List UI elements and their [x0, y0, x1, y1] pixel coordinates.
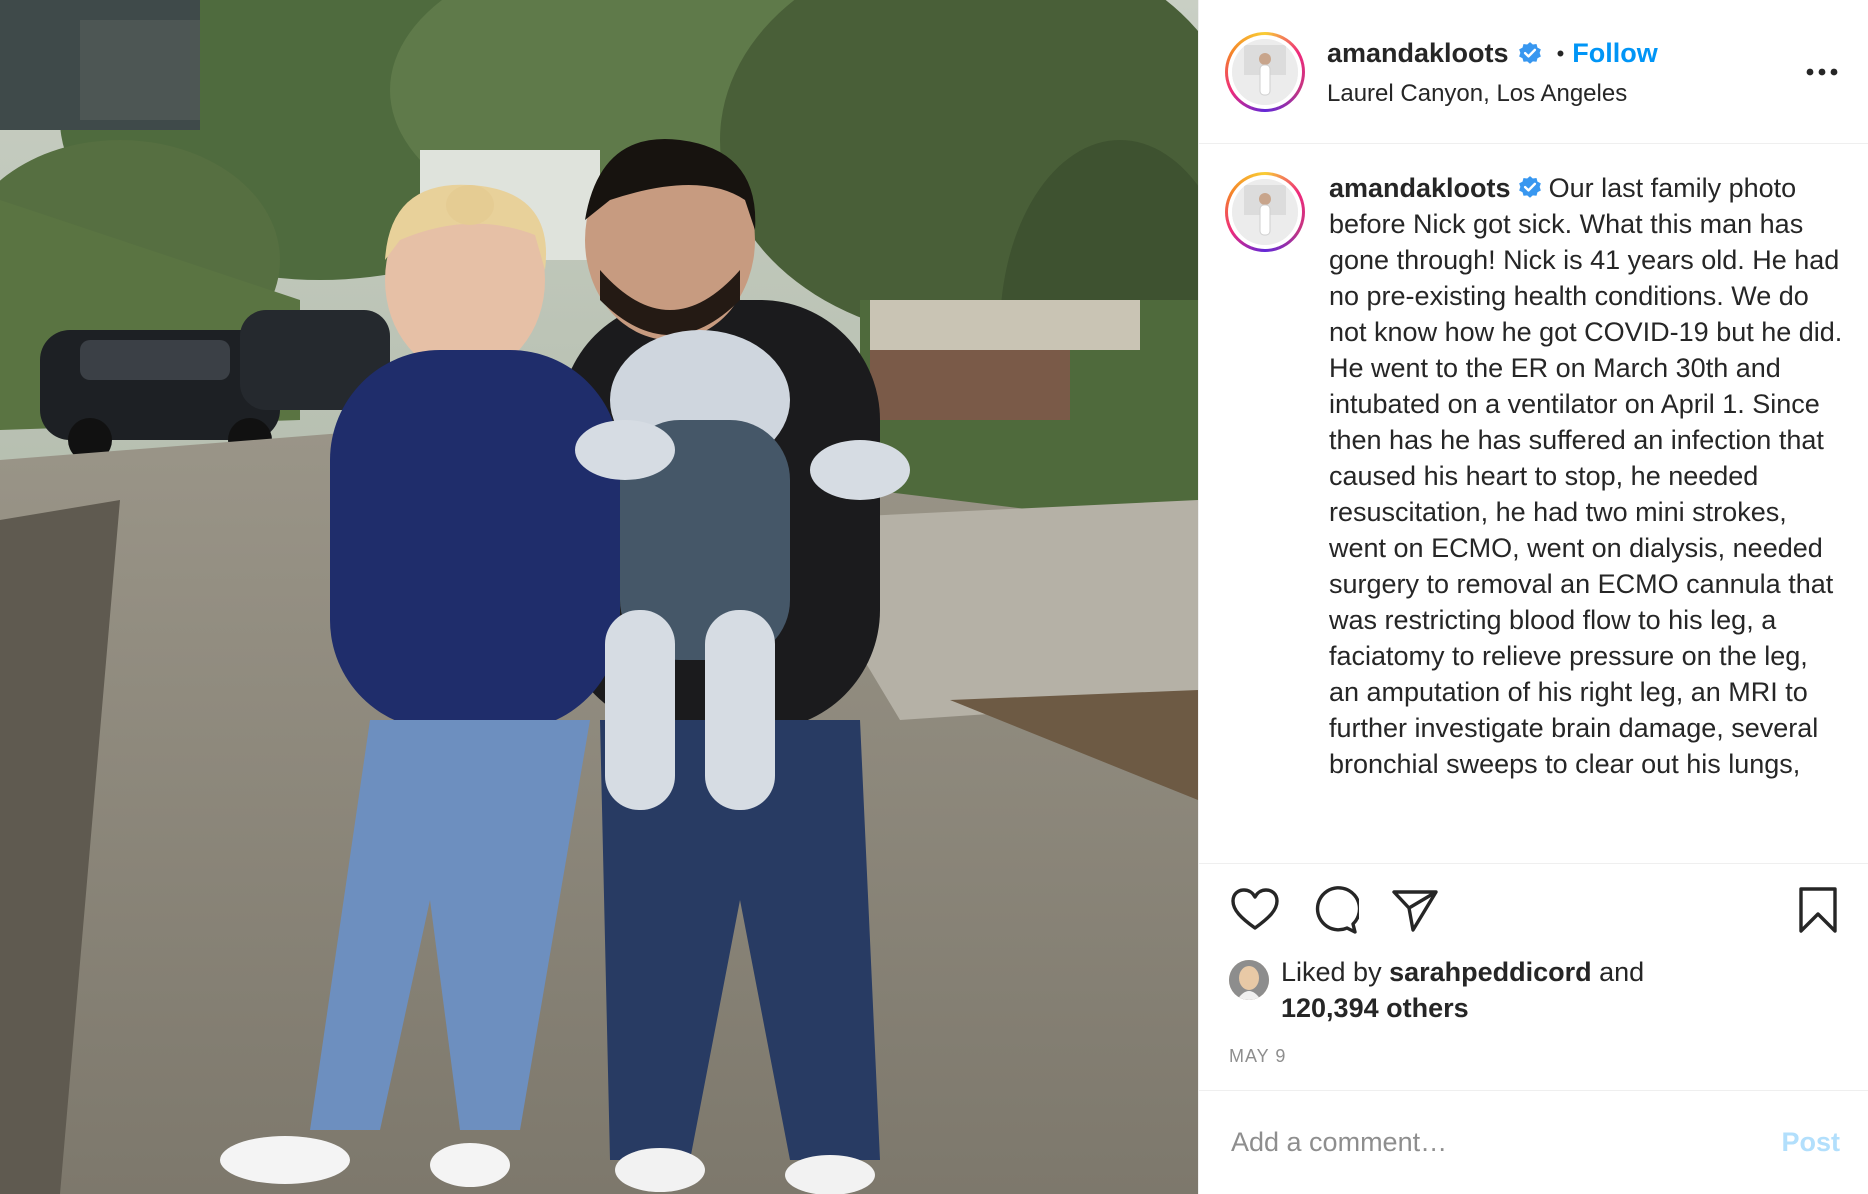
instagram-post: amandakloots • Follow Laurel Canyon, Los… [0, 0, 1868, 1194]
action-bar [1199, 866, 1868, 954]
like-button[interactable] [1229, 884, 1281, 936]
more-horizontal-icon [1806, 68, 1838, 75]
save-button[interactable] [1792, 884, 1844, 936]
caption-section: amandakloots Our last family photo before… [1199, 144, 1868, 864]
profile-avatar[interactable] [1225, 31, 1305, 112]
comment-icon [1315, 886, 1359, 934]
liked-by-user[interactable]: sarahpeddicord [1389, 957, 1592, 987]
verified-badge-icon [1518, 41, 1541, 64]
likes-summary: Liked by sarahpeddicord and 120,394 othe… [1199, 954, 1868, 1026]
post-comment-button[interactable]: Post [1781, 1127, 1840, 1158]
caption-text-block: amandakloots Our last family photo before… [1329, 170, 1844, 863]
comment-bar: Post [1199, 1090, 1868, 1194]
post-location[interactable]: Laurel Canyon, Los Angeles [1327, 80, 1800, 108]
header-separator: • [1556, 40, 1565, 66]
likes-count[interactable]: 120,394 others [1281, 993, 1469, 1023]
profile-photo [1232, 38, 1298, 105]
follow-button[interactable]: Follow [1572, 38, 1657, 69]
heart-icon [1231, 888, 1279, 930]
caption-text: Our last family photo before Nick got si… [1329, 173, 1843, 779]
family-photo-illustration [0, 0, 1198, 1194]
verified-badge-icon [1518, 176, 1541, 198]
share-icon [1392, 890, 1438, 932]
caption-username[interactable]: amandakloots [1329, 173, 1511, 203]
post-photo[interactable] [0, 0, 1198, 1194]
post-author-username[interactable]: amandakloots [1327, 38, 1509, 69]
share-button[interactable] [1389, 884, 1441, 936]
comment-input[interactable] [1229, 1126, 1782, 1159]
caption-avatar[interactable] [1225, 172, 1305, 252]
post-date[interactable]: MAY 9 [1199, 1046, 1868, 1067]
post-details-panel: amandakloots • Follow Laurel Canyon, Los… [1198, 0, 1868, 1194]
liked-by-prefix: Liked by [1281, 957, 1390, 987]
liked-by-connector: and [1591, 957, 1645, 987]
caption-profile-photo [1232, 179, 1298, 245]
post-header: amandakloots • Follow Laurel Canyon, Los… [1199, 0, 1868, 144]
more-options-button[interactable] [1800, 50, 1844, 94]
comment-button[interactable] [1309, 884, 1361, 936]
bookmark-icon [1799, 887, 1837, 933]
liker-avatar[interactable] [1229, 960, 1269, 1000]
